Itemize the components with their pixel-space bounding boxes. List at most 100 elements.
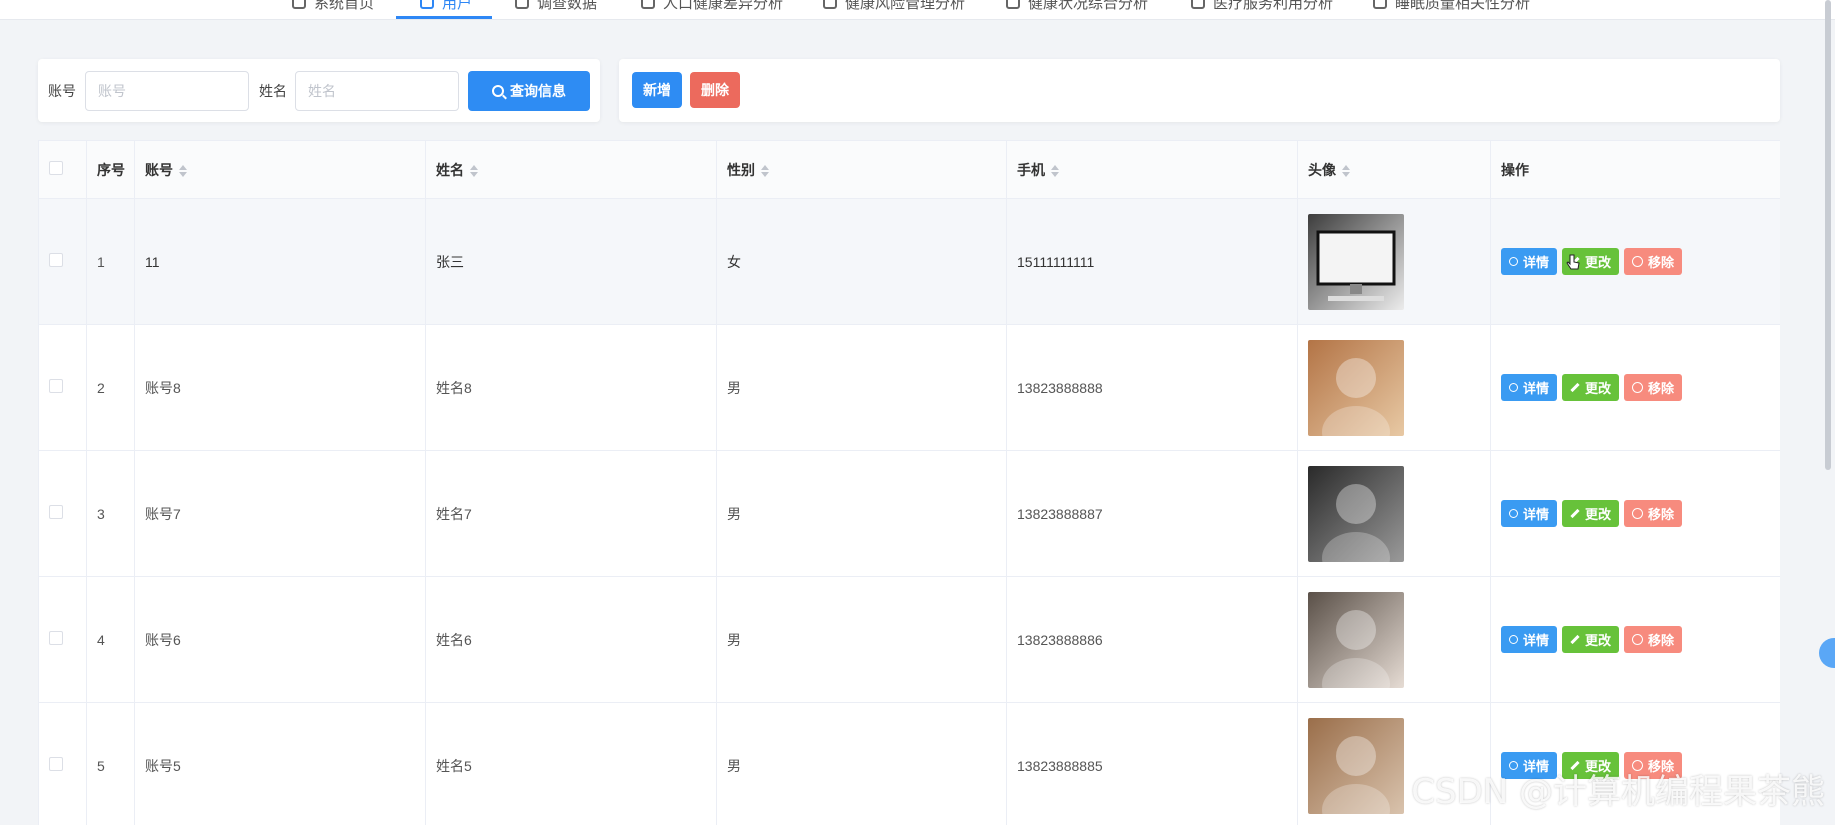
cell-phone: 13823888885 xyxy=(1006,702,1298,825)
cell-ops: 详情 更改 移除 xyxy=(1490,450,1780,577)
cell-account: 11 xyxy=(134,198,426,325)
sort-icon[interactable] xyxy=(1342,164,1350,177)
page-scrollbar[interactable] xyxy=(1825,0,1831,470)
edit-button[interactable]: 更改 xyxy=(1562,500,1620,527)
cell-ops: 详情 更改 移除 xyxy=(1490,576,1780,703)
edit-button[interactable]: 更改 xyxy=(1562,626,1620,653)
close-circle-icon xyxy=(1632,382,1644,393)
remove-button[interactable]: 移除 xyxy=(1624,626,1683,653)
avatar[interactable] xyxy=(1308,717,1404,814)
row-checkbox[interactable] xyxy=(49,631,63,645)
monitor-icon xyxy=(292,0,306,9)
select-all-checkbox[interactable] xyxy=(49,161,63,175)
search-button[interactable]: 查询信息 xyxy=(468,71,590,111)
cell-phone: 15111111111 xyxy=(1006,198,1298,325)
nav-item-medical[interactable]: 医疗服务利用分析 xyxy=(1191,0,1333,12)
sort-icon[interactable] xyxy=(761,164,769,177)
side-collapse-tab[interactable] xyxy=(1819,638,1835,668)
search-icon xyxy=(1509,383,1518,392)
header-gender[interactable]: 性别 xyxy=(716,140,1007,199)
cell-gender: 男 xyxy=(716,576,1007,703)
cell-name: 姓名6 xyxy=(425,576,717,703)
cell-gender: 女 xyxy=(716,198,1007,325)
nav-item-home[interactable]: 系统首页 xyxy=(292,0,374,12)
table-header-row: 序号 账号 姓名 性别 手机 头像 操作 xyxy=(38,140,1780,199)
pencil-icon xyxy=(1570,634,1580,645)
detail-button[interactable]: 详情 xyxy=(1501,500,1558,527)
edit-icon xyxy=(515,0,529,9)
header-name[interactable]: 姓名 xyxy=(425,140,717,199)
info-icon xyxy=(823,0,837,9)
header-phone[interactable]: 手机 xyxy=(1006,140,1298,199)
row-checkbox[interactable] xyxy=(49,379,63,393)
detail-button[interactable]: 详情 xyxy=(1501,248,1558,275)
avatar[interactable] xyxy=(1308,465,1404,562)
header-account[interactable]: 账号 xyxy=(134,140,426,199)
clock-icon xyxy=(1373,0,1387,9)
header-index: 序号 xyxy=(86,140,135,199)
close-circle-icon xyxy=(1632,634,1644,645)
user-icon xyxy=(420,0,434,9)
detail-button[interactable]: 详情 xyxy=(1501,626,1558,653)
account-input[interactable] xyxy=(85,71,249,111)
cell-avatar xyxy=(1297,450,1491,577)
header-avatar[interactable]: 头像 xyxy=(1297,140,1491,199)
cell-account: 账号6 xyxy=(134,576,426,703)
remove-button[interactable]: 移除 xyxy=(1624,248,1683,275)
row-select-cell[interactable] xyxy=(38,450,87,577)
pencil-icon xyxy=(1570,508,1580,519)
nav-item-pop-health[interactable]: 人口健康差异分析 xyxy=(641,0,783,12)
cell-phone: 13823888887 xyxy=(1006,450,1298,577)
cell-name: 姓名7 xyxy=(425,450,717,577)
nav-item-sleep[interactable]: 睡眠质量相关性分析 xyxy=(1373,0,1530,12)
pointer-cursor-icon xyxy=(1566,254,1580,270)
avatar[interactable] xyxy=(1308,591,1404,688)
avatar[interactable] xyxy=(1308,339,1404,436)
row-select-cell[interactable] xyxy=(38,576,87,703)
cell-name: 张三 xyxy=(425,198,717,325)
document-icon xyxy=(1191,0,1205,9)
nav-item-users[interactable]: 用户 xyxy=(420,0,472,12)
location-icon xyxy=(1006,0,1020,9)
cell-account: 账号8 xyxy=(134,324,426,451)
cell-account: 账号5 xyxy=(134,702,426,825)
cell-avatar xyxy=(1297,198,1491,325)
detail-button[interactable]: 详情 xyxy=(1501,374,1558,401)
top-nav: 系统首页 用户 调查数据 人口健康差异分析 健康风险管理分析 健康状况综合分析 … xyxy=(0,0,1835,20)
row-checkbox[interactable] xyxy=(49,253,63,267)
cell-ops: 详情 更改 移除 xyxy=(1490,198,1780,325)
cell-gender: 男 xyxy=(716,324,1007,451)
user-table: 序号 账号 姓名 性别 手机 头像 操作 1 11 张三女 15111111111 详情… xyxy=(38,140,1780,825)
nav-item-survey[interactable]: 调查数据 xyxy=(515,0,597,12)
search-icon xyxy=(1509,257,1518,266)
search-icon xyxy=(1509,509,1518,518)
nav-item-risk[interactable]: 健康风险管理分析 xyxy=(823,0,965,12)
remove-button[interactable]: 移除 xyxy=(1624,500,1683,527)
remove-button[interactable]: 移除 xyxy=(1624,374,1683,401)
sort-icon[interactable] xyxy=(1051,164,1059,177)
edit-button[interactable]: 更改 xyxy=(1562,374,1620,401)
nav-item-health-status[interactable]: 健康状况综合分析 xyxy=(1006,0,1148,12)
active-tab-underline xyxy=(396,16,492,19)
select-all-cell[interactable] xyxy=(38,140,87,199)
add-button[interactable]: 新增 xyxy=(632,72,682,108)
row-select-cell[interactable] xyxy=(38,198,87,325)
cell-avatar xyxy=(1297,576,1491,703)
sort-icon[interactable] xyxy=(470,164,478,177)
cell-index: 2 xyxy=(86,324,135,451)
row-checkbox[interactable] xyxy=(49,757,63,771)
delete-button[interactable]: 删除 xyxy=(690,72,740,108)
row-checkbox[interactable] xyxy=(49,505,63,519)
cell-index: 3 xyxy=(86,450,135,577)
name-input[interactable] xyxy=(295,71,459,111)
sort-icon[interactable] xyxy=(179,164,187,177)
cell-index: 4 xyxy=(86,576,135,703)
cell-phone: 13823888886 xyxy=(1006,576,1298,703)
row-select-cell[interactable] xyxy=(38,324,87,451)
avatar[interactable] xyxy=(1308,213,1404,310)
bar-chart-icon xyxy=(641,0,655,9)
action-panel: 新增 删除 xyxy=(619,59,1780,122)
cell-account: 账号7 xyxy=(134,450,426,577)
cell-index: 1 xyxy=(86,198,135,325)
row-select-cell[interactable] xyxy=(38,702,87,825)
